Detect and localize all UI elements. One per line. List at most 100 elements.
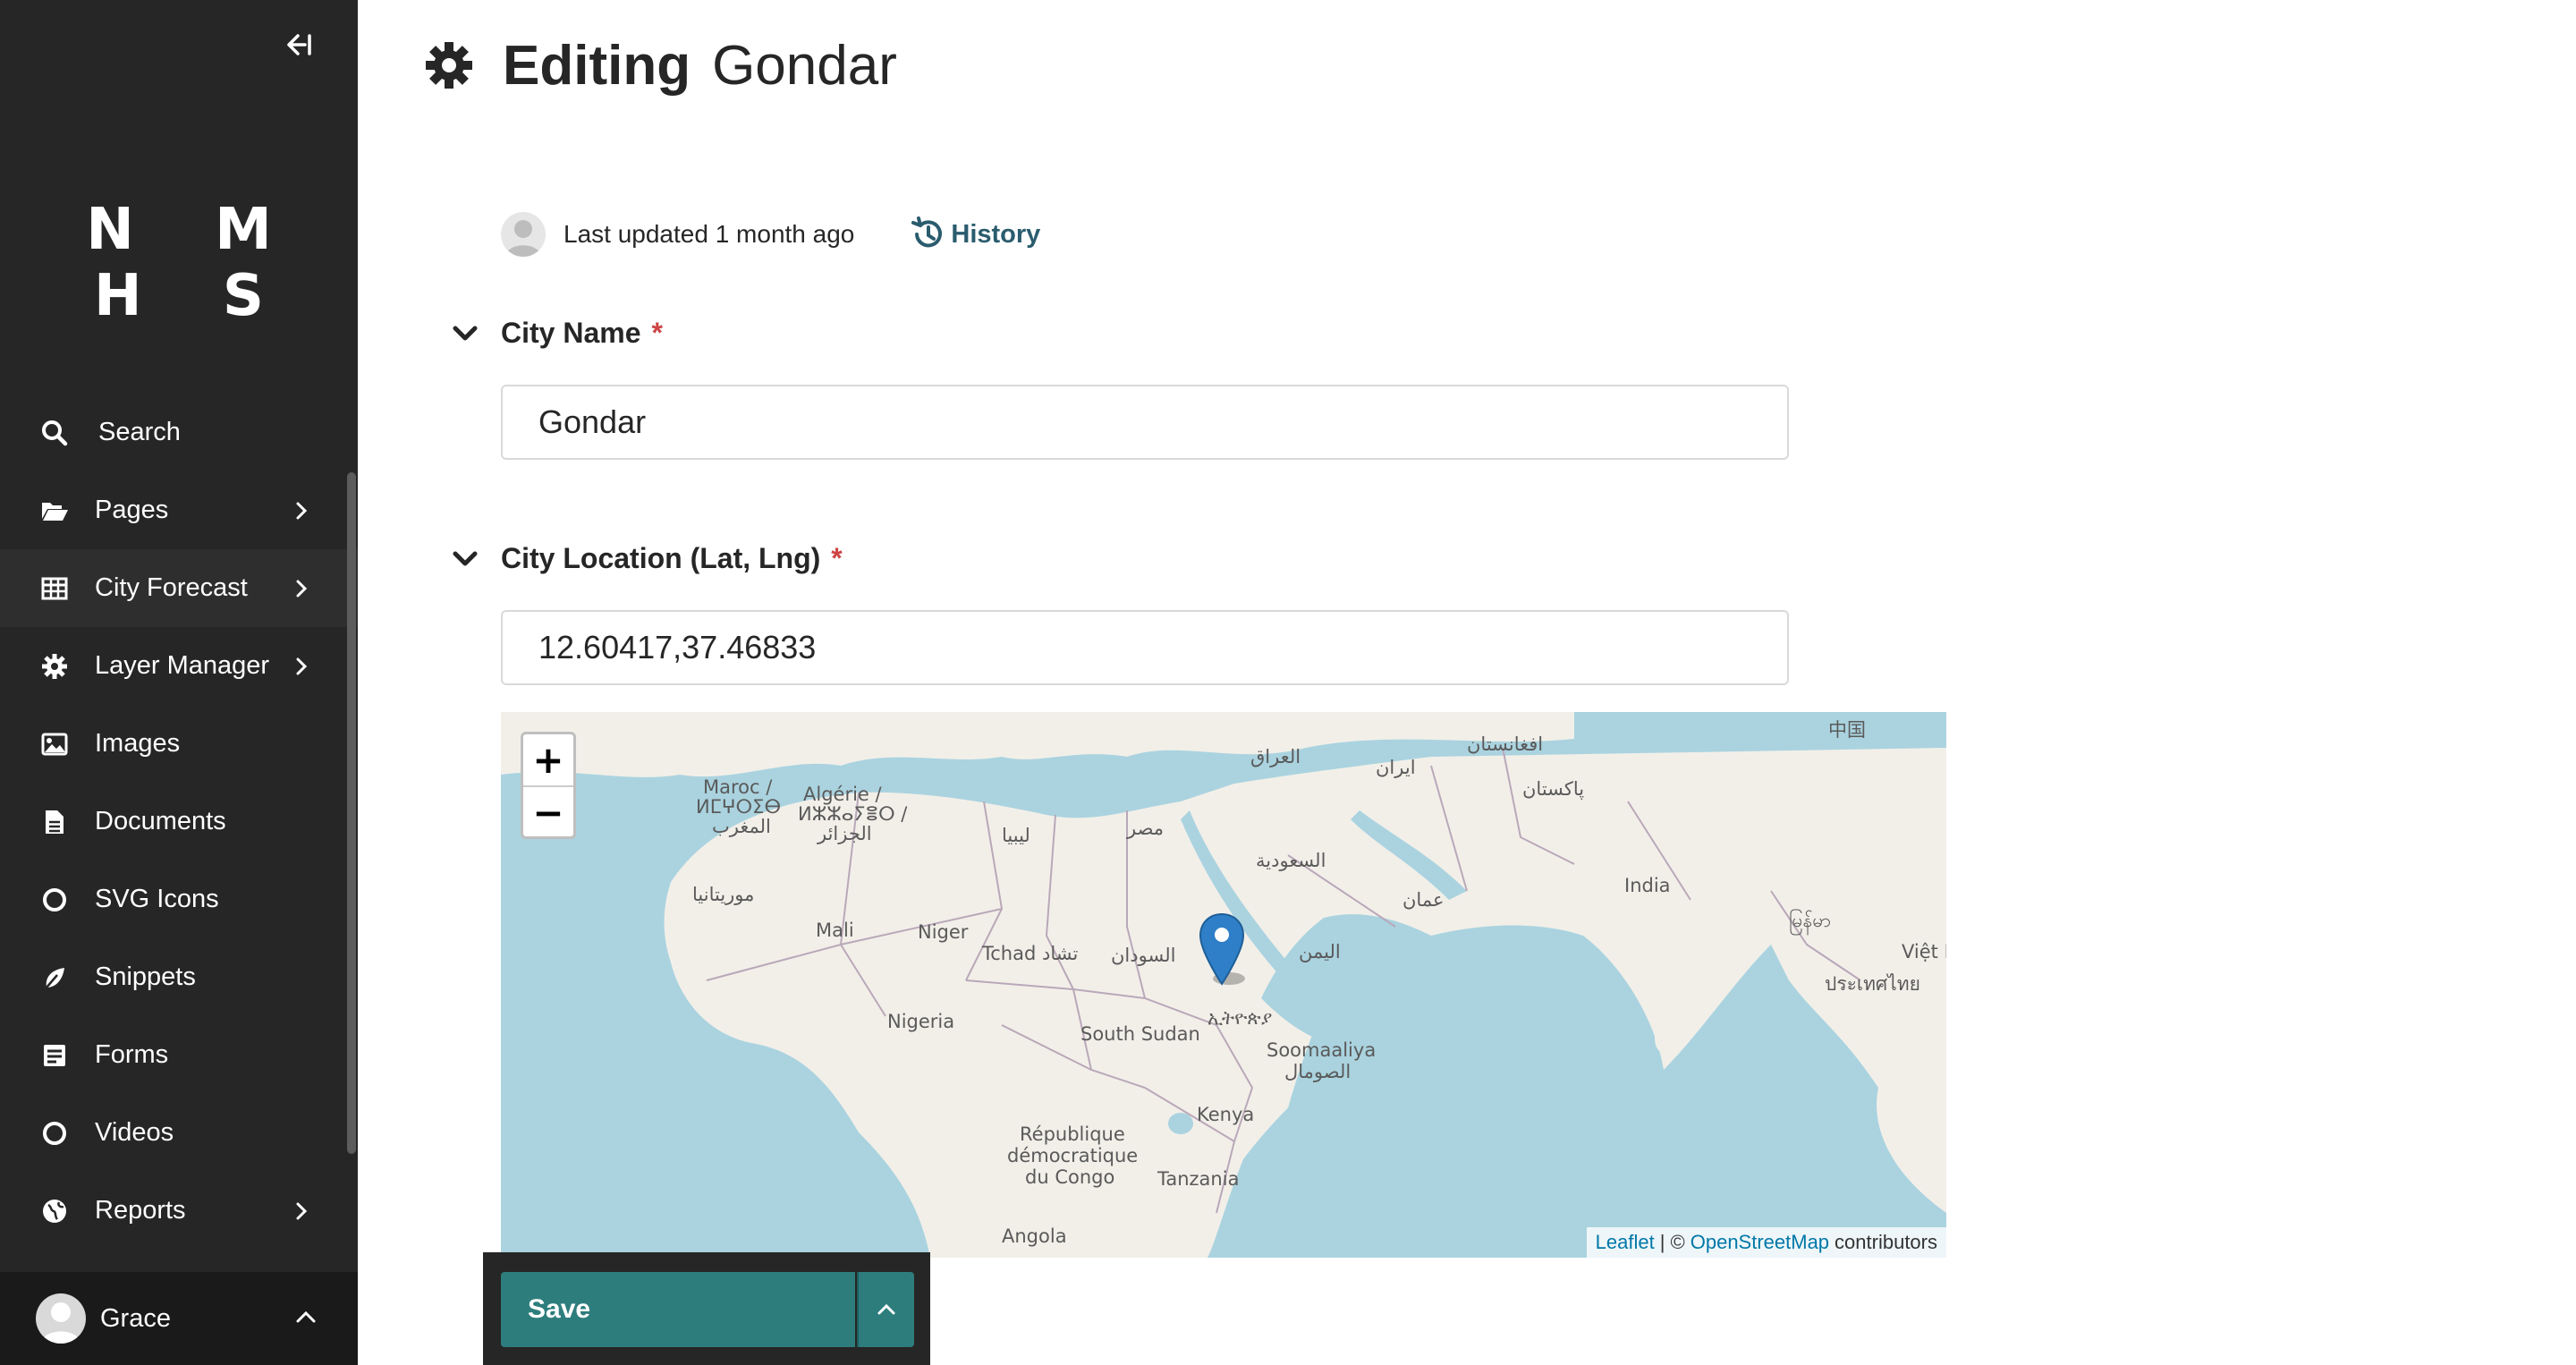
map-label: Angola [1002,1225,1067,1247]
map-label: موريتانيا [692,884,755,905]
city-location-input[interactable] [501,610,1789,685]
city-location-field-label: City Location (Lat, Lng) * [449,542,843,575]
map-label: پاکستان [1522,778,1585,800]
sidebar-item-snippets[interactable]: Snippets [0,938,358,1016]
collapse-field-button[interactable] [449,543,481,575]
map-label: du Congo [1025,1166,1115,1188]
map-label: Soomaaliya [1267,1039,1377,1061]
sidebar-item-label: Reports [95,1196,186,1225]
sidebar-item-documents[interactable]: Documents [0,783,358,861]
save-button[interactable]: Save [501,1272,855,1347]
attribution-separator: | © [1659,1231,1685,1253]
meta-row: Last updated 1 month ago History [501,211,1040,258]
sidebar-item-images[interactable]: Images [0,705,358,783]
map-label: India [1624,875,1671,896]
map-label: Nigeria [887,1011,955,1032]
map-label: السودان [1111,945,1176,966]
map-marker-icon[interactable] [1199,912,1245,988]
chevron-down-icon [453,326,478,340]
sidebar-item-layer-manager[interactable]: Layer Manager [0,627,358,705]
map-attribution: Leaflet | © OpenStreetMap contributors [1586,1227,1946,1258]
map-label: Tchad تشاد [982,943,1079,964]
sidebar-item-label: Pages [95,496,169,524]
sidebar-item-city-forecast[interactable]: City Forecast [0,549,358,627]
map-label: الصومال [1284,1061,1352,1082]
snippet-icon [39,962,70,993]
map-label: South Sudan [1080,1023,1200,1045]
collapse-sidebar-button[interactable] [279,25,318,64]
avatar [501,212,546,257]
map-label: Kenya [1197,1104,1255,1125]
city-name-field-label: City Name * [449,317,663,350]
gear-icon [39,651,70,682]
globe-icon [39,1196,70,1226]
map-label: Maroc / [703,776,773,798]
history-label: History [951,219,1041,249]
circle-icon [39,885,70,915]
zoom-in-button[interactable]: + [523,734,573,787]
sidebar-item-label: Snippets [95,962,196,991]
gear-icon [426,42,472,89]
history-icon [911,216,943,248]
city-name-input[interactable] [501,385,1789,460]
account-name: Grace [100,1303,171,1333]
page-title: Gondar [712,34,897,97]
map-label: الجزائر [818,823,872,844]
map-label: Mali [816,920,854,941]
map-label: ⵍⵣⵣⴰⵢⴻⵔ / [798,803,908,825]
chevron-down-icon [453,551,478,565]
required-marker: * [651,317,663,349]
map-label: عمان [1402,889,1445,911]
map-label: Niger [918,921,969,943]
map-label: العراق [1250,746,1301,767]
chevron-right-icon [291,578,312,599]
field-label-text: City Name [501,317,641,349]
map-label: السعودية [1256,850,1326,871]
sidebar-item-label: Images [95,729,181,758]
chevron-right-icon [291,656,312,677]
map-label: မြန်မာ [1789,910,1832,931]
map-label: ⵍⵎⵖⵔⵉⴱ [696,796,782,818]
openstreetmap-link[interactable]: OpenStreetMap [1690,1231,1829,1254]
account-menu[interactable]: Grace [0,1272,358,1365]
field-label-text: City Location (Lat, Lng) [501,542,821,574]
required-marker: * [831,542,843,574]
leaflet-link[interactable]: Leaflet [1596,1231,1655,1254]
avatar [36,1293,86,1344]
map-label: ليبيا [1002,825,1030,846]
map-label: Algérie / [803,784,882,805]
location-map[interactable]: Maroc / ⵍⵎⵖⵔⵉⴱ المغرب Algérie / ⵍⵣⵣⴰⵢⴻⵔ … [501,712,1946,1258]
sidebar-item-pages[interactable]: Pages [0,471,358,549]
chevron-right-icon [291,500,312,521]
main-menu: Search Pages City Forecast Layer Manager [0,394,358,1250]
map-label: مصر [1127,818,1165,839]
map-label: ایران [1376,757,1416,778]
site-logo[interactable]: N M H S [0,197,358,329]
chevron-right-icon [291,1200,312,1222]
history-link[interactable]: History [910,216,1040,252]
attribution-suffix: contributors [1835,1231,1937,1253]
sidebar-item-videos[interactable]: Videos [0,1094,358,1172]
save-more-actions-button[interactable] [857,1272,914,1347]
map-label: اليمن [1299,941,1341,962]
map-label: افغانستان [1467,733,1544,755]
circle-icon [39,1118,70,1149]
last-updated-text: Last updated 1 month ago [564,220,855,248]
zoom-control: + − [521,732,576,839]
page-title-action: Editing [503,34,691,97]
collapse-field-button[interactable] [449,318,481,350]
sidebar-scrollbar[interactable] [347,472,356,1154]
chevron-up-icon [295,1310,317,1328]
map-label: Việt N [1902,941,1946,962]
map-label: ኢትዮጵያ [1208,1007,1273,1029]
sidebar-item-svg-icons[interactable]: SVG Icons [0,861,358,938]
sidebar-item-search[interactable]: Search [0,394,358,471]
sidebar-item-label: Videos [95,1118,174,1147]
map-label: République [1020,1123,1125,1145]
sidebar-item-label: City Forecast [95,573,248,602]
page-header: Editing Gondar [424,34,897,97]
sidebar-item-reports[interactable]: Reports [0,1172,358,1250]
chevron-up-icon [877,1303,895,1315]
zoom-out-button[interactable]: − [523,787,573,838]
sidebar-item-forms[interactable]: Forms [0,1016,358,1094]
